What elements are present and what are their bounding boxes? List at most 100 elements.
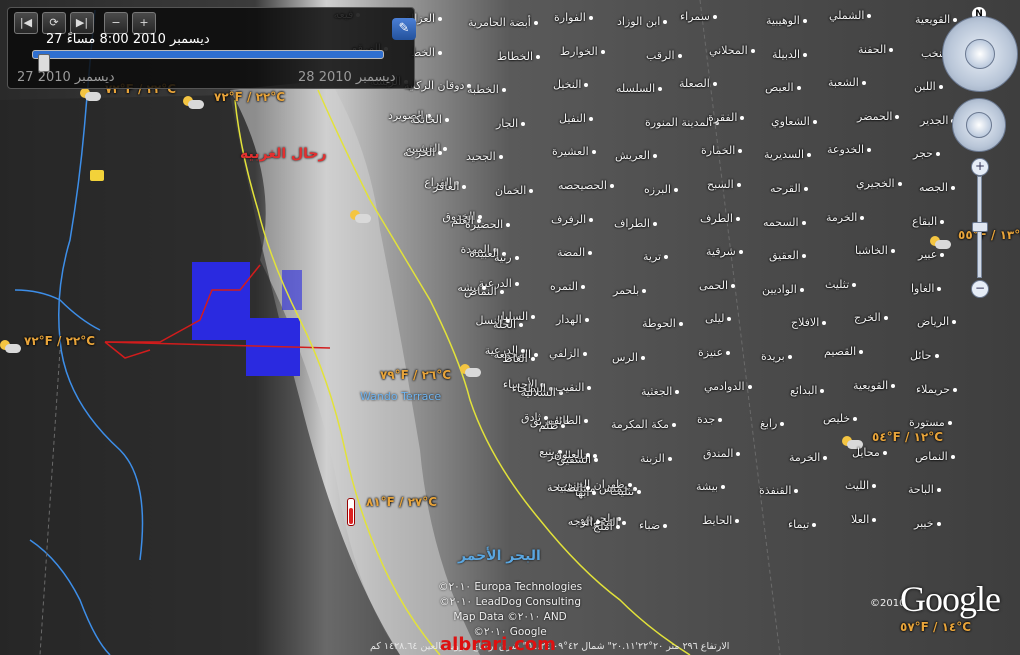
zoom-out-button[interactable]: − <box>971 280 989 298</box>
place-label[interactable]: الحلة <box>493 318 523 331</box>
hand-icon[interactable] <box>966 112 992 138</box>
place-label[interactable]: الشملي <box>829 9 871 22</box>
place-label[interactable]: السبح <box>707 178 741 191</box>
place-label[interactable]: الحصيحصه <box>558 179 614 192</box>
place-label[interactable]: البرزه <box>644 183 678 196</box>
place-label[interactable]: الرياض <box>917 315 956 328</box>
place-label[interactable]: الجار <box>496 117 525 130</box>
zoom-in-time-button[interactable]: + <box>132 12 156 34</box>
place-label[interactable]: الحمى <box>699 279 735 292</box>
place-label[interactable]: الشعبة <box>828 76 866 89</box>
place-label[interactable]: العيص <box>765 81 801 94</box>
place-label[interactable]: الخرج <box>854 311 888 324</box>
temperature-label[interactable]: ٧٢°F / ٢٢°C <box>214 90 285 104</box>
place-label[interactable]: الجصه <box>919 181 955 194</box>
place-label[interactable]: الهدار <box>556 313 589 326</box>
place-label[interactable]: النقيب <box>555 381 591 394</box>
temperature-label[interactable]: ٧٩°F / ٢٦°C <box>380 368 451 382</box>
place-label[interactable]: النخيل <box>553 78 588 91</box>
temperature-label[interactable]: ٥٤°F / ١٢°C <box>872 430 943 444</box>
place-label[interactable]: العلا <box>851 513 876 526</box>
place-label[interactable]: القرحه <box>770 182 808 195</box>
zoom-slider[interactable]: + − <box>971 158 989 298</box>
place-label[interactable]: الحفنة <box>858 43 893 56</box>
place-label[interactable]: الخجيري <box>856 177 902 190</box>
place-label[interactable]: البدائع <box>790 384 824 397</box>
temperature-label[interactable]: ٥٧°F / ١٤°C <box>900 620 971 634</box>
place-label[interactable]: الباحة <box>908 483 941 496</box>
place-label[interactable]: الصعلة <box>679 77 717 90</box>
place-label[interactable]: التمره <box>550 280 585 293</box>
place-label[interactable]: اللبن <box>914 80 943 93</box>
place-label[interactable]: القصيم <box>824 345 863 358</box>
place-label[interactable]: الوهيبية <box>766 14 807 27</box>
place-label[interactable]: ليلى <box>705 312 731 325</box>
place-label[interactable]: الخطاط <box>497 50 540 63</box>
place-label[interactable]: الحايط <box>702 514 739 527</box>
place-label[interactable]: الخط <box>411 46 442 59</box>
partly-cloudy-icon[interactable] <box>460 364 482 378</box>
thermometer-icon[interactable] <box>347 498 355 526</box>
partly-cloudy-icon[interactable] <box>350 210 372 224</box>
place-label[interactable]: الحوطة <box>642 317 683 330</box>
camera-icon[interactable] <box>90 170 104 181</box>
place-label[interactable]: رابغ <box>760 417 784 430</box>
place-label[interactable]: المندق <box>703 447 740 460</box>
time-slider-track[interactable] <box>32 50 384 59</box>
place-label[interactable]: رنية <box>494 251 519 264</box>
place-label[interactable]: الحمضر <box>857 110 899 123</box>
place-label[interactable]: عبير <box>918 248 944 261</box>
place-label[interactable]: الخطبة <box>467 83 506 96</box>
place-label[interactable]: شرقية <box>706 245 743 258</box>
place-label[interactable]: تثليث <box>610 485 641 498</box>
place-label[interactable]: الصبيحة <box>547 481 590 494</box>
place-label[interactable]: القويعية <box>915 13 957 26</box>
place-label[interactable]: ضباء <box>639 519 667 532</box>
place-label[interactable]: المحلاني <box>709 44 755 57</box>
place-label[interactable]: حائل <box>910 349 939 362</box>
place-label[interactable]: الجدير <box>920 114 955 127</box>
place-label[interactable]: بيشة <box>696 480 725 493</box>
place-label[interactable]: بريدة <box>761 350 792 363</box>
place-label[interactable]: الجغثية <box>641 385 679 398</box>
place-label[interactable]: ترية <box>643 250 668 263</box>
place-label[interactable]: الرس <box>612 351 645 364</box>
place-label[interactable]: جدة <box>697 413 722 426</box>
place-label[interactable]: أبضة الحامرية <box>468 16 538 29</box>
place-label[interactable]: العشيرة <box>552 145 596 158</box>
place-label[interactable]: الحضيرة <box>465 218 510 231</box>
place-label[interactable]: النماص <box>464 285 504 298</box>
temperature-label[interactable]: ٨١°F / ٢٧°C <box>366 495 437 509</box>
place-label[interactable]: الغاط <box>502 352 534 365</box>
place-label[interactable]: حجر <box>913 147 940 160</box>
place-label[interactable]: الخدوعة <box>827 143 871 156</box>
temperature-label[interactable]: ٧٢°F / ٢٢°C <box>24 334 95 348</box>
zoom-out-time-button[interactable]: − <box>104 12 128 34</box>
place-label[interactable]: الخاشبا <box>855 244 895 257</box>
place-label[interactable]: القنفذة <box>759 484 798 497</box>
place-label[interactable]: الدوادمي <box>704 380 752 393</box>
step-forward-button[interactable]: ▶| <box>70 12 94 34</box>
place-label[interactable]: الافلاج <box>791 316 826 329</box>
place-label[interactable]: الخرمة <box>826 211 864 224</box>
place-label[interactable]: الدبيلة <box>772 48 807 61</box>
place-label[interactable]: الخرمة <box>789 451 827 464</box>
place-label[interactable]: القويعية <box>853 379 895 392</box>
place-label[interactable]: مكة المكرمة <box>611 418 676 431</box>
poi-wando-terrace[interactable]: Wando Terrace <box>360 390 441 403</box>
play-button[interactable]: ⟳ <box>42 12 66 34</box>
place-label[interactable]: الطائف <box>548 414 588 427</box>
eye-icon[interactable] <box>965 39 995 69</box>
place-label[interactable]: بلحمر <box>613 284 646 297</box>
place-label[interactable]: عنيزة <box>698 346 730 359</box>
place-label[interactable]: الشعاوي <box>771 115 817 128</box>
place-label[interactable]: الفقرة <box>708 111 744 124</box>
temperature-label[interactable]: ٥٥°F / ١٣°C <box>958 228 1020 242</box>
place-label[interactable]: الغاوا <box>911 282 941 295</box>
place-label[interactable]: تثليث <box>825 278 856 291</box>
place-label[interactable]: الرفرف <box>551 213 593 226</box>
place-label[interactable]: الخمان <box>495 184 533 197</box>
place-label[interactable]: الليث <box>845 479 876 492</box>
partly-cloudy-icon[interactable] <box>183 96 205 110</box>
place-label[interactable]: النماص <box>915 450 955 463</box>
